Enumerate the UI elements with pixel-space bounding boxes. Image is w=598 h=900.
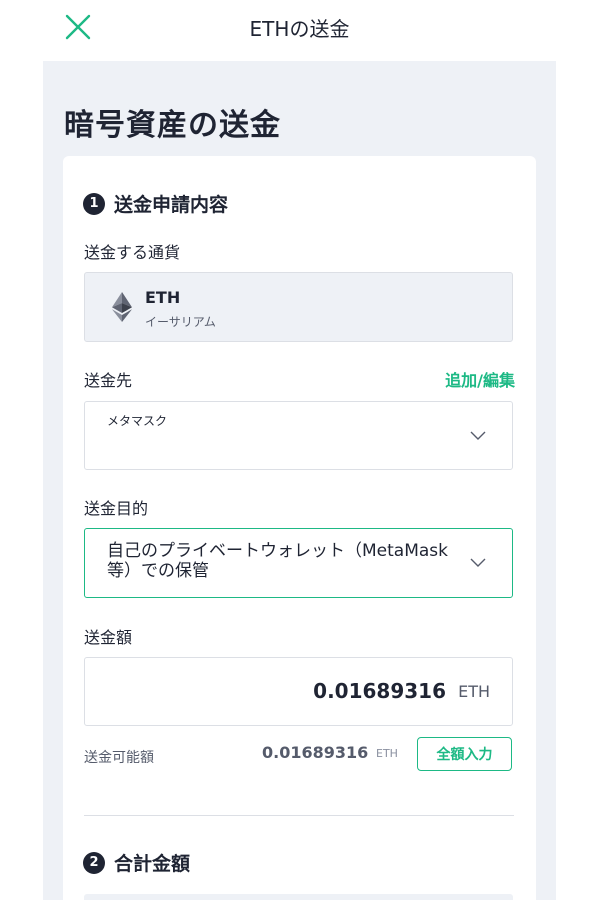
currency-code: ETH — [145, 288, 181, 307]
page-title: 暗号資産の送金 — [64, 108, 281, 143]
amount-input[interactable]: 0.01689316 ETH — [84, 657, 513, 726]
chevron-down-icon — [470, 558, 486, 567]
purpose-select[interactable]: 自己のプライベートウォレット（MetaMask等）での保管 — [84, 528, 513, 598]
transfer-form-card: 1 送金申請内容 送金する通貨 ETH イーサリアム 送金先 追加/編集 メタマ… — [63, 156, 536, 900]
available-label: 送金可能額 — [84, 750, 154, 766]
purpose-value: 自己のプライベートウォレット（MetaMask等）での保管 — [107, 541, 448, 581]
amount-value: 0.01689316 — [313, 679, 446, 703]
purpose-label: 送金目的 — [84, 499, 149, 518]
fill-full-amount-button[interactable]: 全額入力 — [417, 737, 512, 771]
available-value: 0.01689316 — [262, 743, 369, 762]
currency-name: イーサリアム — [145, 315, 216, 329]
amount-unit: ETH — [458, 682, 490, 701]
header-bar: ETHの送金 — [43, 0, 556, 61]
currency-field: ETH イーサリアム — [84, 272, 513, 342]
section-1-title: 送金申請内容 — [114, 194, 229, 216]
currency-label: 送金する通貨 — [84, 243, 181, 262]
section-2-title: 合計金額 — [114, 853, 191, 875]
chevron-down-icon — [470, 431, 486, 440]
header-title: ETHの送金 — [249, 17, 350, 41]
available-unit: ETH — [376, 747, 398, 760]
destination-select[interactable]: メタマスク — [84, 401, 513, 470]
destination-value: メタマスク — [107, 414, 168, 428]
amount-label: 送金額 — [84, 628, 133, 647]
add-edit-destination-link[interactable]: 追加/編集 — [445, 367, 515, 391]
section-2-header: 2 合計金額 — [83, 849, 190, 876]
app-screen: ETHの送金 暗号資産の送金 1 送金申請内容 送金する通貨 ETH イーサリア… — [43, 0, 556, 900]
total-amount-box — [84, 894, 513, 900]
step-number-2: 2 — [83, 851, 105, 874]
section-divider — [84, 815, 514, 816]
section-1-header: 1 送金申請内容 — [83, 190, 228, 217]
ethereum-icon — [112, 292, 132, 322]
step-number-1: 1 — [83, 192, 105, 215]
destination-label: 送金先 — [84, 371, 133, 390]
